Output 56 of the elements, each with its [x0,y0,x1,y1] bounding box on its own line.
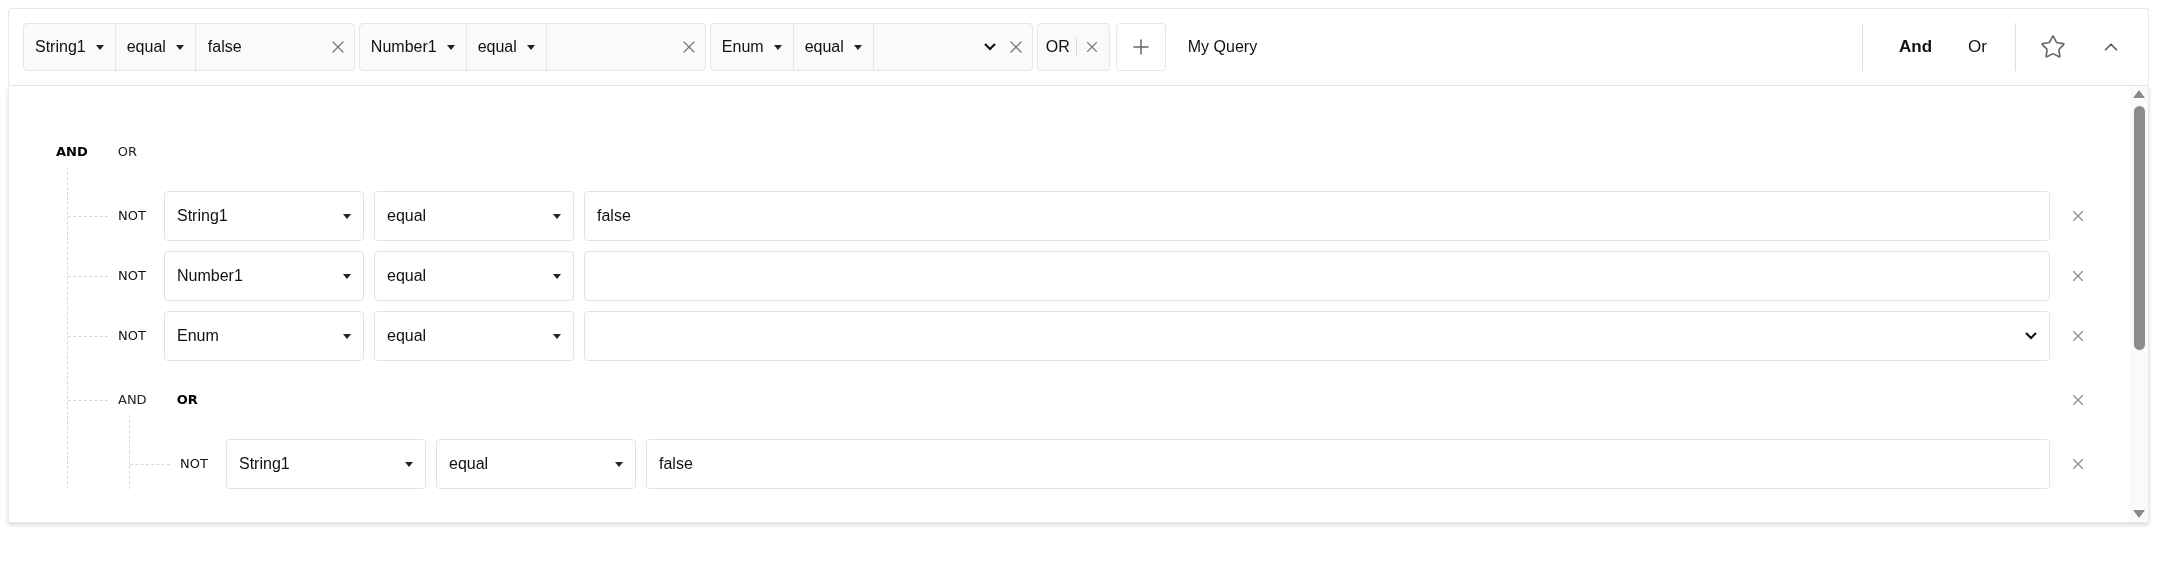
field-dropdown[interactable]: Enum [710,24,794,70]
scroll-up-icon[interactable] [2133,90,2145,98]
field-dropdown[interactable]: Number1 [359,24,467,70]
caret-icon [175,44,184,50]
scrollbar-thumb[interactable] [2133,106,2145,350]
caret-icon [553,273,561,279]
caret-icon [615,461,623,467]
combinator-toggle[interactable]: AND [56,142,88,162]
field-dropdown[interactable]: String1 [164,191,364,241]
not-toggle[interactable]: NOT [118,206,164,226]
scroll-down-icon[interactable] [2133,510,2145,518]
not-toggle[interactable]: NOT [118,326,164,346]
field-dropdown[interactable]: Number1 [164,251,364,301]
operator-dropdown[interactable]: equal [374,311,574,361]
field-dropdown[interactable]: String1 [24,24,116,70]
operator-dropdown[interactable]: equal [793,24,874,70]
value-text: false [659,454,693,474]
caret-icon [343,333,351,339]
operator-dropdown[interactable]: equal [374,191,574,241]
query-name: My Query [1187,37,1259,57]
operator-dropdown[interactable]: equal [466,24,547,70]
scrollbar[interactable] [2130,86,2148,522]
caret-icon [405,461,413,467]
caret-icon [95,44,104,50]
value-input[interactable] [584,251,2050,301]
not-toggle[interactable]: NOT [118,266,164,286]
field-dropdown[interactable]: String1 [226,439,426,489]
value-input[interactable]: false [584,191,2050,241]
logic-tab[interactable]: Or [1968,34,1987,60]
operator-dropdown[interactable]: equal [374,251,574,301]
chevron-down-icon [983,43,996,51]
caret-icon [343,273,351,279]
value-text: false [207,37,242,57]
caret-icon [553,333,561,339]
caret-icon [773,44,782,50]
field-dropdown[interactable]: Enum [164,311,364,361]
combinator-toggle[interactable]: OR [176,390,198,410]
chevron-down-icon [2025,332,2037,340]
combinator-toggle[interactable]: AND [118,390,147,410]
caret-icon [343,213,351,219]
add-button[interactable] [1115,23,1166,71]
connector-label: OR [1045,38,1077,56]
connector-chip[interactable]: OR [1036,23,1110,71]
operator-dropdown[interactable]: equal [436,439,636,489]
value-text: false [597,206,631,226]
combinator-toggle[interactable]: OR [117,142,137,162]
value-input[interactable]: false [195,24,354,70]
caret-icon [526,44,535,50]
star-icon[interactable] [2040,34,2066,60]
logic-tab[interactable]: And [1899,34,1933,60]
not-toggle[interactable]: NOT [180,454,226,474]
value-input[interactable]: false [646,439,2050,489]
caret-icon [446,44,455,50]
caret-icon [853,44,862,50]
operator-dropdown[interactable]: equal [115,24,196,70]
caret-icon [553,213,561,219]
